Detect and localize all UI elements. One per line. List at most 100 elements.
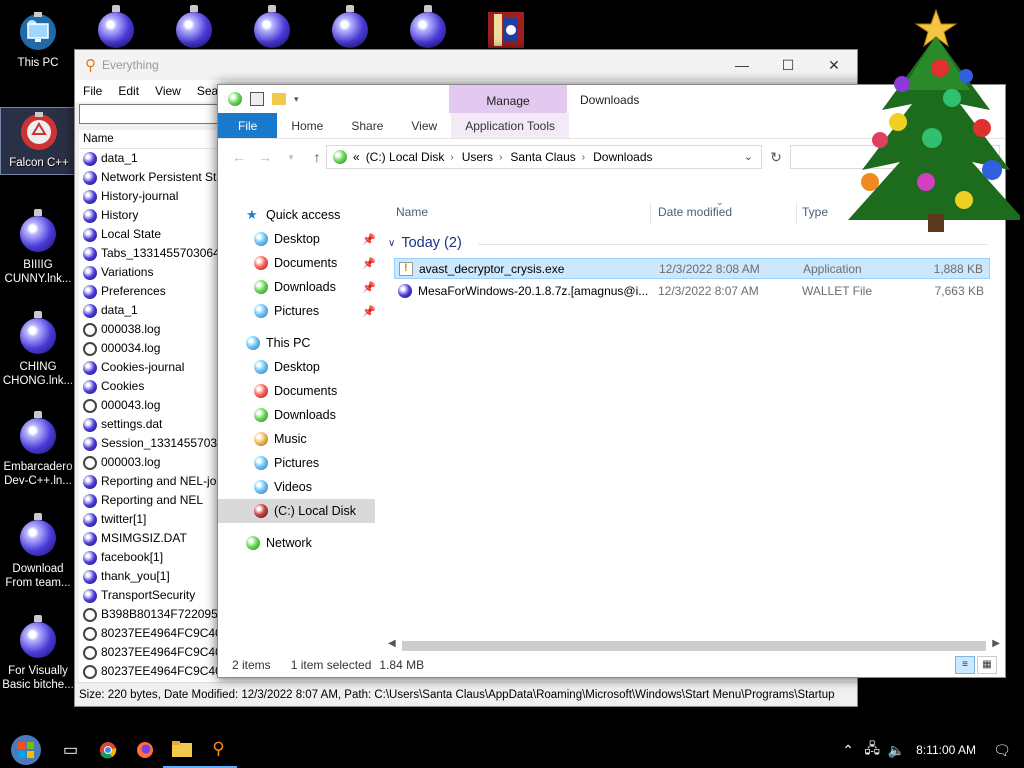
address-segment-santa-claus[interactable]: Santa Claus bbox=[510, 150, 575, 164]
desktop-icon-visually-basic[interactable]: For Visually Basic bitche... bbox=[0, 615, 76, 692]
forward-arrow-icon[interactable]: → bbox=[252, 149, 278, 165]
tab-share[interactable]: Share bbox=[337, 113, 397, 138]
list-item[interactable]: Local State bbox=[79, 225, 219, 244]
chevron-right-icon[interactable]: › bbox=[450, 152, 453, 163]
clock[interactable]: 8:11:00 AM bbox=[916, 743, 976, 757]
nav-pc-music[interactable]: Music bbox=[218, 427, 378, 451]
file-row[interactable]: avast_decryptor_crysis.exe 12/3/2022 8:0… bbox=[394, 258, 990, 279]
desktop-icon-falcon[interactable]: Falcon C++ bbox=[0, 107, 78, 175]
chevron-right-icon[interactable]: › bbox=[582, 152, 585, 163]
list-item[interactable]: data_1 bbox=[79, 149, 219, 168]
list-item[interactable]: Network Persistent State bbox=[79, 168, 219, 187]
group-header-today[interactable]: ∨ Today (2) bbox=[388, 235, 988, 251]
start-button[interactable] bbox=[0, 732, 52, 768]
list-item[interactable]: Reporting and NEL-journal bbox=[79, 472, 219, 491]
address-segment-downloads[interactable]: Downloads bbox=[593, 150, 652, 164]
properties-icon[interactable] bbox=[250, 92, 264, 106]
list-item[interactable]: twitter[1] bbox=[79, 510, 219, 529]
menu-edit[interactable]: Edit bbox=[118, 84, 139, 98]
desktop-icon-download-from-team[interactable]: Download From team... bbox=[0, 513, 76, 590]
nav-pc-pictures[interactable]: Pictures bbox=[218, 451, 378, 475]
menu-file[interactable]: File bbox=[83, 84, 102, 98]
address-overflow[interactable]: « bbox=[353, 150, 360, 164]
pin-icon[interactable]: 📌 bbox=[362, 233, 376, 246]
list-item[interactable]: facebook[1] bbox=[79, 548, 219, 567]
chrome-icon[interactable] bbox=[89, 732, 126, 768]
nav-quick-access[interactable]: ★ Quick access bbox=[218, 203, 378, 227]
new-folder-icon[interactable] bbox=[272, 93, 286, 105]
winrar-icon[interactable] bbox=[486, 10, 526, 50]
list-item[interactable]: 000043.log bbox=[79, 396, 219, 415]
list-item[interactable]: History bbox=[79, 206, 219, 225]
chevron-down-icon[interactable]: ∨ bbox=[388, 238, 395, 249]
list-item[interactable]: 000034.log bbox=[79, 339, 219, 358]
chevron-right-icon[interactable]: › bbox=[499, 152, 502, 163]
notifications-icon[interactable]: 🗨 bbox=[990, 742, 1014, 759]
scroll-right-icon[interactable]: ▶ bbox=[992, 638, 1000, 649]
column-header-name[interactable]: Name bbox=[396, 205, 428, 219]
list-item[interactable]: MSIMGSIZ.DAT bbox=[79, 529, 219, 548]
list-item[interactable]: 80237EE4964FC9C409A bbox=[79, 624, 219, 643]
nav-quick-downloads[interactable]: Downloads 📌 bbox=[218, 275, 378, 299]
maximize-button[interactable]: ☐ bbox=[765, 50, 811, 80]
list-item[interactable]: Cookies bbox=[79, 377, 219, 396]
scroll-left-icon[interactable]: ◀ bbox=[388, 638, 396, 649]
list-item[interactable]: Session_133145570301 bbox=[79, 434, 219, 453]
tab-manage[interactable]: Manage bbox=[449, 85, 567, 113]
large-icons-view-icon[interactable]: ▦ bbox=[977, 656, 997, 674]
nav-network[interactable]: Network bbox=[218, 531, 378, 555]
nav-this-pc[interactable]: This PC bbox=[218, 331, 378, 355]
menu-view[interactable]: View bbox=[155, 84, 181, 98]
list-item[interactable]: data_1 bbox=[79, 301, 219, 320]
tab-file[interactable]: File bbox=[218, 113, 278, 138]
desktop-icon-this-pc[interactable]: This PC bbox=[0, 8, 76, 70]
list-item[interactable]: History-journal bbox=[79, 187, 219, 206]
desktop-icon-biiiig-cunny[interactable]: BIIIIG CUNNY.lnk... bbox=[0, 209, 76, 286]
pin-icon[interactable]: 📌 bbox=[362, 257, 376, 270]
list-item[interactable]: thank_you[1] bbox=[79, 567, 219, 586]
pin-icon[interactable]: 📌 bbox=[362, 281, 376, 294]
details-view-icon[interactable]: ≡ bbox=[955, 656, 975, 674]
back-arrow-icon[interactable]: ← bbox=[226, 149, 252, 165]
file-explorer-icon[interactable] bbox=[163, 732, 200, 768]
list-item[interactable]: 000003.log bbox=[79, 453, 219, 472]
firefox-icon[interactable] bbox=[126, 732, 163, 768]
tab-view[interactable]: View bbox=[397, 113, 451, 138]
everything-search-icon[interactable]: ⚲ bbox=[200, 732, 237, 768]
list-item[interactable]: Variations bbox=[79, 263, 219, 282]
volume-icon[interactable]: 🔈 bbox=[884, 742, 908, 759]
pin-icon[interactable]: 📌 bbox=[362, 305, 376, 318]
scrollbar-thumb[interactable] bbox=[402, 641, 986, 651]
tab-home[interactable]: Home bbox=[277, 113, 337, 138]
horizontal-scrollbar[interactable]: ◀ ▶ bbox=[388, 638, 1000, 652]
nav-quick-pictures[interactable]: Pictures 📌 bbox=[218, 299, 378, 323]
nav-quick-desktop[interactable]: Desktop 📌 bbox=[218, 227, 378, 251]
list-item[interactable]: 80237EE4964FC9C409A bbox=[79, 643, 219, 662]
list-item[interactable]: Tabs_13314557030646988 bbox=[79, 244, 219, 263]
desktop-ornament-icon[interactable] bbox=[94, 5, 138, 50]
desktop-icon-embarcadero[interactable]: Embarcadero Dev-C++.ln... bbox=[0, 411, 76, 488]
list-item[interactable]: 80237EE4964FC9C409A bbox=[79, 662, 219, 681]
nav-quick-documents[interactable]: Documents 📌 bbox=[218, 251, 378, 275]
list-item[interactable]: Cookies-journal bbox=[79, 358, 219, 377]
nav-pc-local-disk[interactable]: (C:) Local Disk bbox=[218, 499, 375, 523]
everything-search-input[interactable] bbox=[79, 104, 219, 124]
column-header-type[interactable]: Type bbox=[802, 205, 828, 219]
nav-pc-videos[interactable]: Videos bbox=[218, 475, 378, 499]
column-header-name[interactable]: Name bbox=[79, 130, 219, 149]
file-row[interactable]: MesaForWindows-20.1.8.7z.[amagnus@i... 1… bbox=[394, 280, 990, 301]
chevron-up-icon[interactable]: ⌃ bbox=[836, 742, 860, 759]
everything-results-list[interactable]: Name data_1 Network Persistent State Histo… bbox=[79, 130, 219, 682]
nav-pc-documents[interactable]: Documents bbox=[218, 379, 378, 403]
column-divider[interactable] bbox=[650, 203, 651, 225]
chevron-down-icon[interactable]: ⌄ bbox=[744, 150, 753, 163]
refresh-icon[interactable]: ↻ bbox=[764, 145, 788, 169]
list-item[interactable]: settings.dat bbox=[79, 415, 219, 434]
recent-chevron-icon[interactable]: ▾ bbox=[278, 152, 304, 163]
desktop-ornament-icon[interactable] bbox=[172, 5, 216, 50]
address-segment-local-disk[interactable]: (C:) Local Disk bbox=[366, 150, 445, 164]
column-divider[interactable] bbox=[796, 203, 797, 225]
chevron-down-icon[interactable]: ▾ bbox=[294, 94, 299, 105]
network-icon[interactable]: 🖧 bbox=[860, 738, 884, 762]
everything-title-bar[interactable]: ⚲ Everything — ☐ ✕ bbox=[75, 50, 857, 80]
